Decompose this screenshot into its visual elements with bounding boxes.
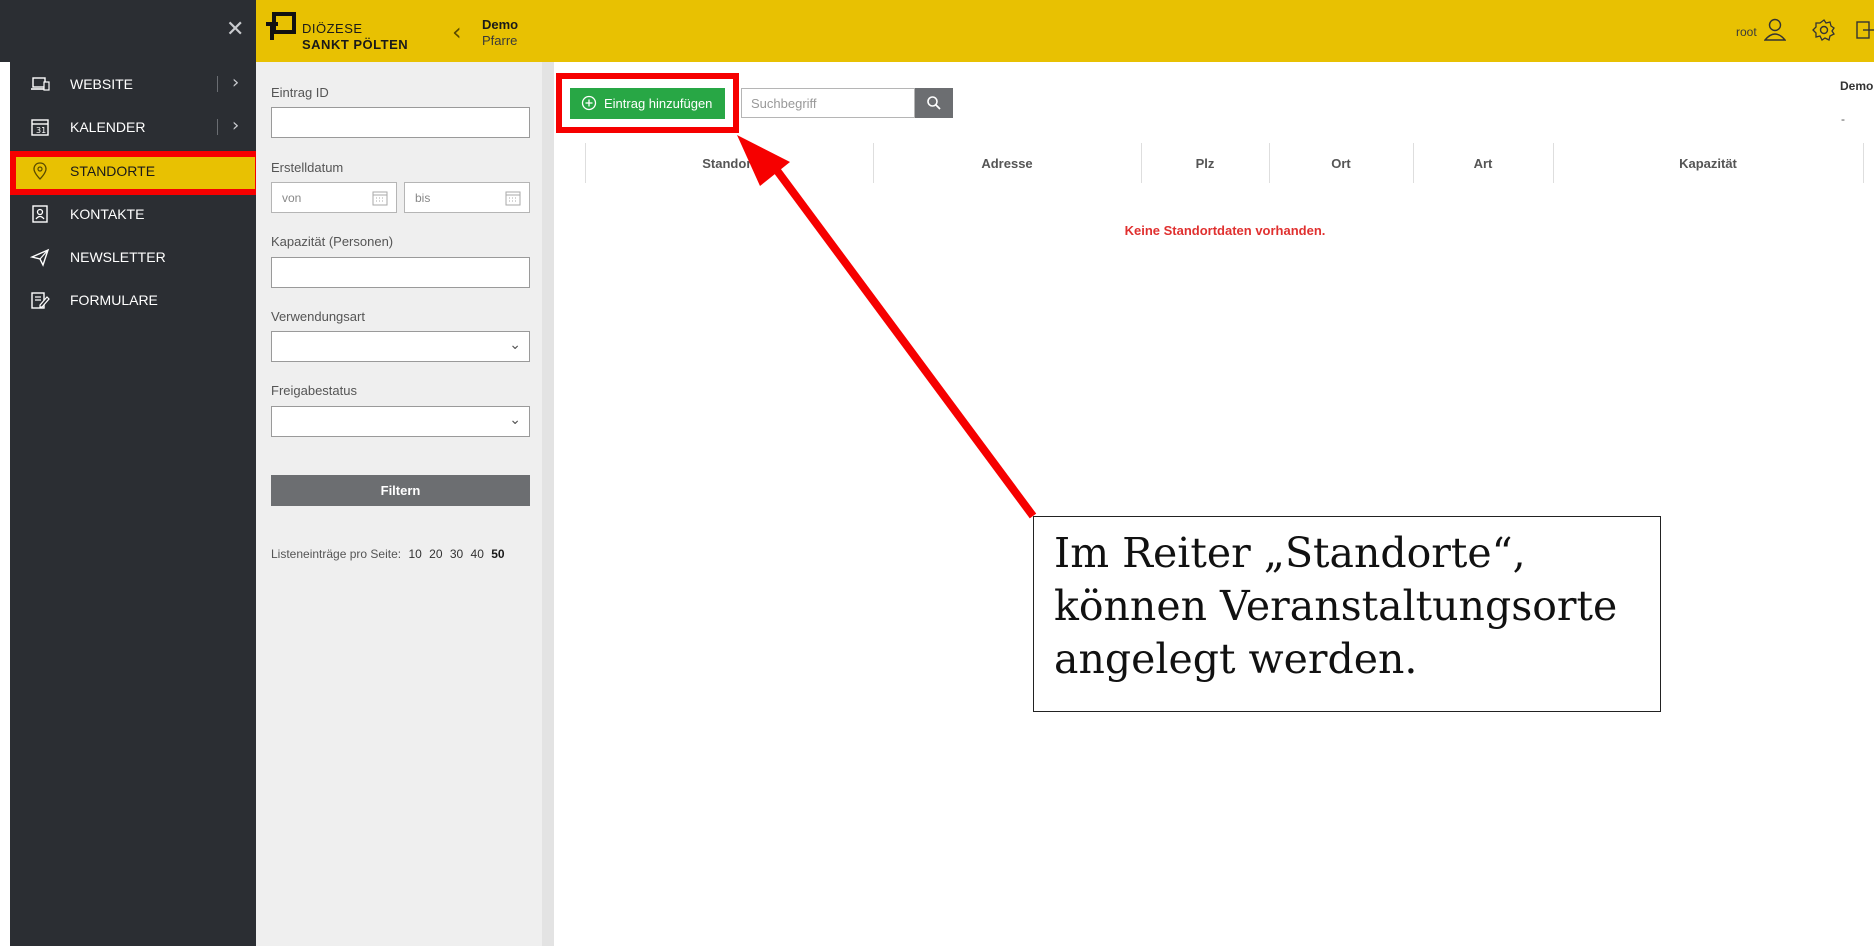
annotation-callout: Im Reiter „Standorte“, können Veranstalt… [1033, 516, 1661, 712]
annotation-arrow [737, 135, 1037, 519]
